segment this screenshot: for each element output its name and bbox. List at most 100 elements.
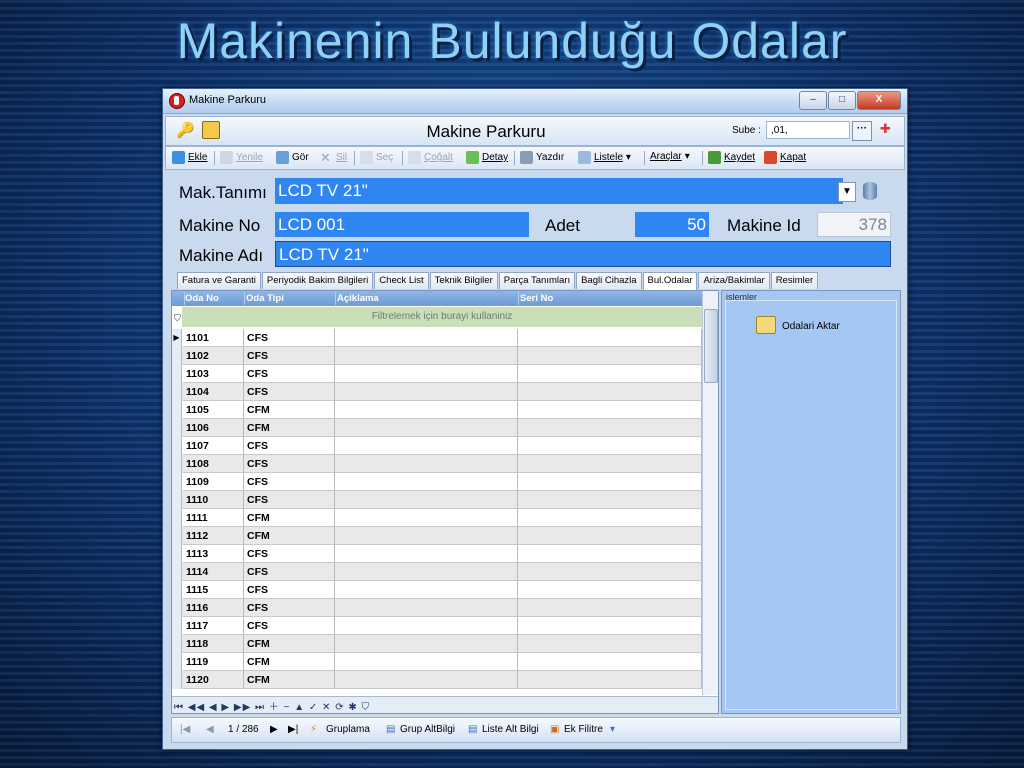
col-seri-no[interactable]: Seri No [518, 292, 702, 305]
last-page-icon[interactable]: ▶| [288, 724, 298, 735]
table-cell[interactable]: CFS [244, 617, 335, 635]
row-indicator[interactable] [172, 383, 182, 401]
tab-fatura[interactable]: Fatura ve Garanti [177, 272, 261, 289]
table-cell[interactable]: 1102 [183, 347, 244, 365]
table-cell[interactable] [518, 527, 702, 545]
table-cell[interactable] [335, 599, 518, 617]
row-indicator[interactable] [172, 545, 182, 563]
table-cell[interactable]: CFM [244, 401, 335, 419]
table-cell[interactable]: 1104 [183, 383, 244, 401]
table-cell[interactable]: 1109 [183, 473, 244, 491]
table-cell[interactable] [335, 581, 518, 599]
table-row[interactable]: 1103 CFS [172, 365, 702, 383]
table-cell[interactable]: 1115 [183, 581, 244, 599]
col-aciklama[interactable]: Açiklama [335, 292, 519, 305]
odalari-aktar-button[interactable]: Odalari Aktar [782, 321, 840, 332]
table-cell[interactable]: CFS [244, 437, 335, 455]
yazdir-button[interactable]: Yazdır [520, 151, 564, 164]
table-cell[interactable]: 1112 [183, 527, 244, 545]
filter-icon[interactable]: ⛉ [174, 313, 181, 324]
table-cell[interactable]: CFM [244, 509, 335, 527]
grup-altbilgi-button[interactable]: Grup AltBilgi [400, 724, 455, 735]
row-indicator[interactable] [172, 653, 182, 671]
table-cell[interactable] [518, 491, 702, 509]
table-row[interactable]: 1116 CFS [172, 599, 702, 617]
table-cell[interactable] [518, 383, 702, 401]
detay-button[interactable]: Detay [466, 151, 508, 164]
table-row[interactable]: 1102 CFS [172, 347, 702, 365]
table-cell[interactable]: CFM [244, 419, 335, 437]
key-icon[interactable]: 🔑 [176, 121, 195, 139]
table-cell[interactable]: 1113 [183, 545, 244, 563]
tab-resimler[interactable]: Resimler [770, 272, 819, 289]
table-row[interactable]: 1115 CFS [172, 581, 702, 599]
table-cell[interactable]: CFS [244, 329, 335, 347]
sube-input[interactable]: ,01, [766, 121, 850, 139]
table-cell[interactable]: CFS [244, 581, 335, 599]
chevron-down-icon[interactable]: ▾ [610, 724, 615, 735]
row-indicator[interactable] [172, 491, 182, 509]
table-row[interactable]: 1118 CFM [172, 635, 702, 653]
table-cell[interactable] [335, 671, 518, 689]
row-indicator[interactable] [172, 419, 182, 437]
table-cell[interactable]: 1106 [183, 419, 244, 437]
table-cell[interactable]: 1111 [183, 509, 244, 527]
row-indicator[interactable] [172, 347, 182, 365]
table-cell[interactable]: CFS [244, 563, 335, 581]
table-cell[interactable] [335, 329, 518, 347]
table-cell[interactable] [335, 455, 518, 473]
row-indicator[interactable] [172, 671, 182, 689]
close-button[interactable]: X [857, 91, 901, 110]
sube-lookup-button[interactable]: ··· [852, 121, 872, 141]
table-cell[interactable] [518, 401, 702, 419]
mak-tanimi-combo[interactable]: LCD TV 21" [275, 178, 843, 204]
database-search-icon[interactable] [863, 182, 877, 200]
table-cell[interactable] [518, 635, 702, 653]
table-cell[interactable] [518, 473, 702, 491]
tab-teknik[interactable]: Teknik Bilgiler [429, 272, 498, 289]
table-row[interactable]: 1106 CFM [172, 419, 702, 437]
listele-button[interactable]: Listele ▾ [578, 151, 631, 164]
table-cell[interactable] [335, 527, 518, 545]
table-cell[interactable]: 1101 [183, 329, 244, 347]
row-indicator[interactable] [172, 599, 182, 617]
gor-button[interactable]: Gör [276, 151, 309, 164]
gruplama-button[interactable]: Gruplama [326, 724, 370, 735]
adet-input[interactable]: 50 [635, 212, 709, 237]
table-cell[interactable] [518, 581, 702, 599]
lock-icon[interactable] [202, 121, 220, 139]
yenile-button[interactable]: Yenile [220, 151, 263, 164]
table-cell[interactable]: CFS [244, 455, 335, 473]
tab-periyodik[interactable]: Periyodik Bakim Bilgileri [261, 272, 374, 289]
liste-alt-bilgi-button[interactable]: Liste Alt Bilgi [482, 724, 539, 735]
chevron-down-icon[interactable]: ▼ [838, 182, 856, 202]
table-row[interactable]: 1108 CFS [172, 455, 702, 473]
table-cell[interactable]: 1116 [183, 599, 244, 617]
table-cell[interactable] [335, 653, 518, 671]
table-cell[interactable]: CFS [244, 347, 335, 365]
table-cell[interactable] [335, 401, 518, 419]
table-cell[interactable]: 1120 [183, 671, 244, 689]
table-cell[interactable] [518, 455, 702, 473]
minimize-button[interactable]: – [799, 91, 827, 110]
scrollbar-thumb[interactable] [704, 309, 718, 383]
table-cell[interactable] [518, 563, 702, 581]
prev-page-icon[interactable]: ◀ [206, 724, 214, 735]
ekle-button[interactable]: Ekle [172, 151, 207, 164]
makine-adi-input[interactable]: LCD TV 21" [275, 241, 891, 267]
table-row[interactable]: 1114 CFS [172, 563, 702, 581]
col-oda-no[interactable]: Oda No [183, 292, 245, 305]
tab-ariza[interactable]: Ariza/Bakimlar [698, 272, 770, 289]
vertical-scrollbar[interactable] [702, 291, 718, 695]
table-cell[interactable] [518, 509, 702, 527]
table-row[interactable]: 1105 CFM [172, 401, 702, 419]
sec-button[interactable]: Seç [360, 151, 393, 164]
table-row[interactable]: 1120 CFM [172, 671, 702, 689]
table-cell[interactable]: CFS [244, 365, 335, 383]
kapat-button[interactable]: Kapat [764, 151, 806, 164]
row-indicator[interactable] [172, 635, 182, 653]
table-cell[interactable] [335, 365, 518, 383]
araclar-button[interactable]: Araçlar ▾ [650, 151, 690, 162]
table-cell[interactable] [518, 347, 702, 365]
table-cell[interactable] [335, 509, 518, 527]
